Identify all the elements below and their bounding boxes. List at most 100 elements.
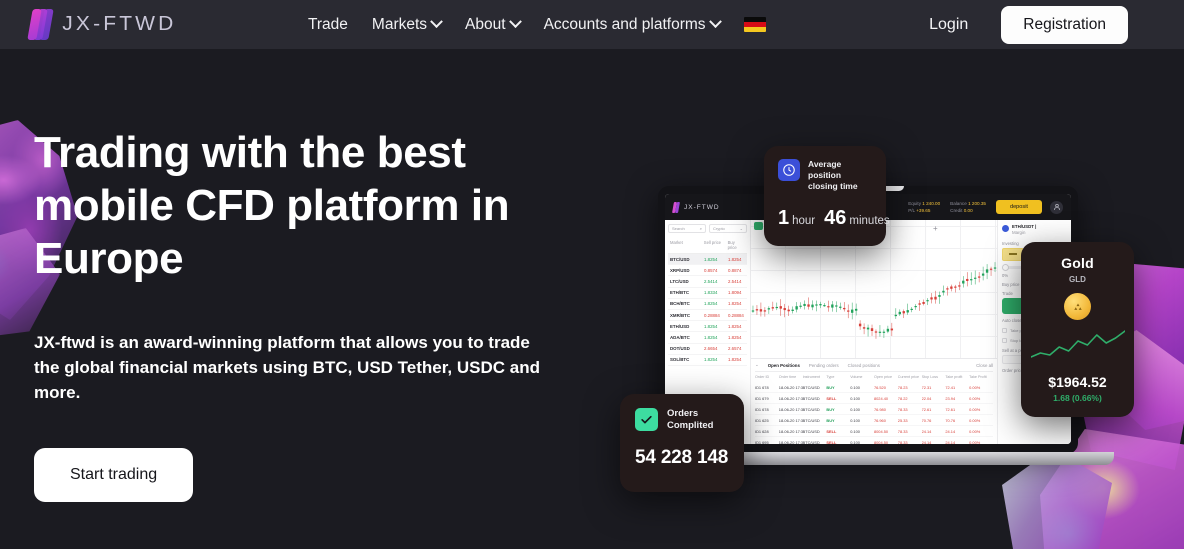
selected-pair: ETH/USDT | Margin: [1002, 224, 1067, 235]
table-cell: 25.33: [897, 417, 908, 423]
market-row[interactable]: BCH/BTC 1.8254 1.8254: [668, 299, 747, 310]
chevron-down-icon[interactable]: ⌄: [755, 362, 759, 368]
table-row[interactable]: ID1 679 18-06-20 17:30:42BTC/USD SELL 0.100…: [755, 393, 993, 404]
card-value: 1 hour 46 minutes: [778, 207, 890, 230]
app-logo-text: JX-FTWD: [684, 203, 720, 211]
start-trading-button[interactable]: Start trading: [34, 448, 194, 502]
table-cell: 24.14: [921, 428, 932, 434]
column-header: Current price: [897, 375, 920, 379]
table-row[interactable]: ID1 628 18-06-20 17:30:42BTC/USD SELL 0.100…: [755, 426, 993, 437]
add-indicator-icon[interactable]: +: [933, 224, 938, 233]
table-row[interactable]: ID1 678 18-06-20 17:30:42BTC/USD BUY 0.100 7…: [755, 404, 993, 415]
user-avatar-icon[interactable]: [1050, 200, 1063, 214]
market-cell: 0.28884: [704, 312, 720, 318]
search-placeholder: Search: [672, 226, 685, 231]
market-row[interactable]: LTC/USD 2.5414 2.5414: [668, 276, 747, 288]
column-header: Take Profit: [969, 375, 987, 379]
nav-label: About: [465, 15, 506, 33]
slider-handle[interactable]: [1002, 263, 1009, 271]
market-cell: 0.28884: [728, 312, 744, 318]
table-cell: 76.980: [873, 406, 886, 412]
nav-item-accounts-and-platforms[interactable]: Accounts and platforms: [544, 15, 722, 34]
logo[interactable]: JX-FTWD: [27, 9, 174, 40]
market-row[interactable]: BTC/USD 1.8254 1.8254: [668, 254, 747, 266]
market-cell: 1.8254: [728, 357, 742, 363]
tab-open-positions[interactable]: Open Positions: [768, 363, 800, 368]
table-cell: 0.00%: [969, 406, 981, 412]
market-cell: LTC/USD: [670, 278, 689, 284]
close-all-button[interactable]: Close all: [976, 363, 993, 368]
table-cell: 0.00%: [969, 428, 981, 434]
table-cell: 18-06-20 17:30:42: [778, 384, 803, 390]
table-cell: 23.94: [945, 395, 956, 401]
market-row[interactable]: ADA/BTC 1.8254 1.8254: [668, 332, 747, 344]
table-cell: BTC/USD: [802, 439, 820, 445]
table-cell: 70.76: [945, 417, 956, 423]
column-header: Sell price: [703, 240, 722, 245]
market-cell: 1.8254: [704, 323, 718, 329]
table-cell: 0.100: [850, 417, 860, 423]
market-cell: ADA/BTC: [670, 334, 690, 340]
germany-flag-icon[interactable]: [743, 17, 766, 32]
nav-item-trade[interactable]: Trade: [308, 16, 348, 34]
app-account-stats: Equity 1 240.00 P/L +39.65 Balance 1 200…: [908, 200, 986, 214]
table-cell: 18-06-20 17:30:42: [778, 417, 803, 423]
market-row[interactable]: SOL/BTC 1.8254 1.8254: [668, 355, 747, 366]
table-cell: 0.00%: [969, 439, 981, 445]
checkbox-icon[interactable]: [1002, 327, 1007, 333]
table-cell: BTC/USD: [802, 406, 820, 412]
market-cell: DOT/USD: [670, 346, 690, 352]
market-cell: 1.8254: [704, 334, 718, 340]
tab-closed-positions[interactable]: Closed positions: [848, 363, 880, 368]
market-row[interactable]: ETH/USD 1.8254 1.8254: [668, 321, 747, 333]
table-cell: 76.520: [873, 384, 886, 390]
asset-name: Gold: [1061, 255, 1094, 271]
tab-pending-orders[interactable]: Pending orders: [809, 363, 839, 368]
table-cell: 22.04: [921, 395, 932, 401]
registration-button[interactable]: Registration: [1001, 5, 1128, 44]
app-logo-mark-icon: [672, 201, 680, 213]
market-cell: 1.8254: [704, 357, 718, 363]
nav-item-markets[interactable]: Markets: [371, 15, 443, 34]
hero-section: Trading with the best mobile CFD platfor…: [34, 126, 594, 502]
table-cell: BUY: [826, 417, 835, 423]
chart-panel: + ⌄ Open Positions Pending orders Closed…: [751, 220, 997, 444]
nav-item-about[interactable]: About: [465, 15, 522, 34]
table-cell: ID1 695: [755, 439, 769, 445]
stat-value: +39.65: [916, 208, 931, 213]
market-type-select[interactable]: Crypto ⌄: [709, 224, 747, 233]
table-row[interactable]: ID1 625 18-06-20 17:30:42BTC/USD BUY 0.100 7…: [755, 415, 993, 426]
table-row[interactable]: ID1 678 18-06-20 17:30:42BTC/USD BUY 0.100 7…: [755, 382, 993, 393]
table-cell: 8004.50: [873, 439, 889, 445]
positions-panel: ⌄ Open Positions Pending orders Closed p…: [751, 358, 997, 444]
market-row[interactable]: XRP/USD 0.8574 0.8874: [668, 265, 747, 277]
table-cell: 18-06-20 17:30:42: [778, 395, 803, 401]
market-row[interactable]: ETH/BTC 1.8334 1.8094: [668, 288, 747, 299]
nav-label: Trade: [308, 15, 348, 33]
checkbox-icon[interactable]: [1002, 337, 1007, 343]
gold-asset-card: Gold GLD $1964.52 1.68 (0.66%): [1021, 242, 1134, 417]
login-link[interactable]: Login: [929, 16, 968, 34]
market-row[interactable]: XMR/BTC 0.28884 0.28884: [668, 310, 747, 322]
search-input[interactable]: Search ⌕: [668, 224, 706, 233]
table-cell: 72.31: [921, 384, 932, 390]
pair-icon: [1002, 225, 1009, 232]
hours-unit: hour: [792, 215, 816, 227]
stat-label: Credit: [950, 208, 963, 213]
nav-label: Markets: [371, 15, 428, 33]
market-cell: 1.8334: [704, 290, 718, 296]
column-header: Volume: [850, 375, 863, 379]
orders-count: 54 228 148: [635, 447, 729, 468]
column-header: Instrument: [802, 375, 821, 379]
chevron-down-icon: [508, 15, 522, 29]
table-cell: 78.22: [897, 395, 908, 401]
deposit-button[interactable]: deposit: [995, 200, 1042, 214]
market-filters: Search ⌕ Crypto ⌄: [668, 224, 747, 233]
table-cell: 8004.50: [873, 428, 889, 434]
minutes-value: 46: [824, 207, 847, 229]
stat-label: Balance: [950, 201, 967, 206]
chart-tool-icon[interactable]: [754, 222, 763, 230]
table-row[interactable]: ID1 695 18-06-20 17:30:42BTC/USD SELL 0.100…: [755, 437, 993, 445]
market-cell: ETH/BTC: [670, 290, 690, 296]
market-row[interactable]: DOT/USD 2.6654 2.6574: [668, 344, 747, 355]
